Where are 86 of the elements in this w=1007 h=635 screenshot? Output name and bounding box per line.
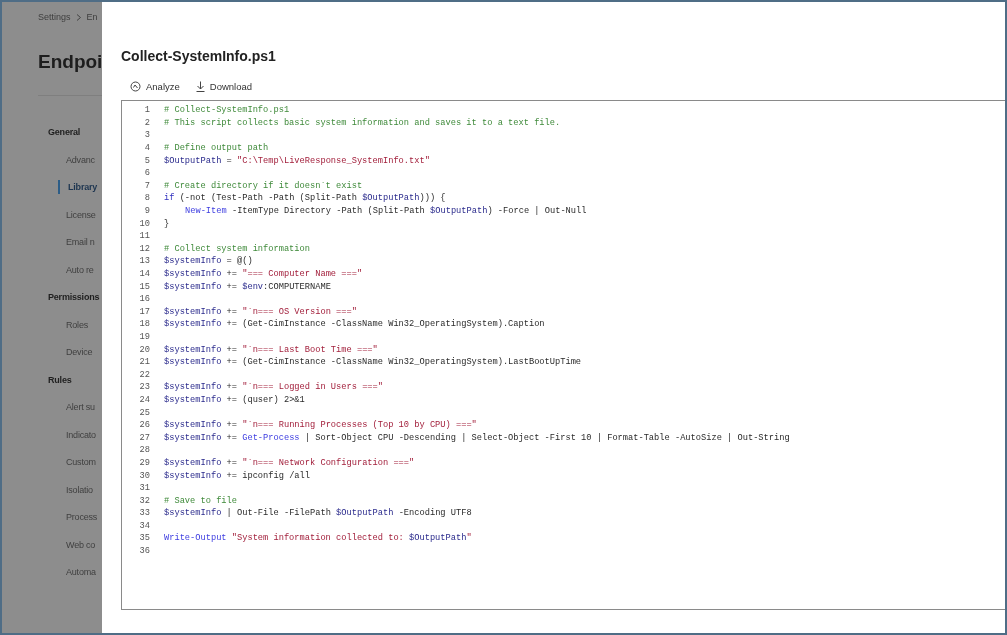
breadcrumb-link[interactable]: Settings <box>38 12 71 22</box>
line-number: 8 <box>143 193 150 204</box>
line-number: 26 <box>138 420 150 431</box>
line-number: 27 <box>138 432 150 443</box>
code-line: # Collect-SystemInfo.ps1 <box>164 105 290 116</box>
code-line: $systemInfo += "`n=== OS Version ===" <box>164 306 357 317</box>
line-number: 22 <box>138 369 150 380</box>
line-number: 35 <box>138 533 150 544</box>
code-line: $OutputPath = "C:\Temp\LiveResponse_SystemInfo.txt" <box>164 155 430 166</box>
line-number: 6 <box>143 168 150 179</box>
line-number: 16 <box>138 294 150 305</box>
code-line: } <box>164 218 170 229</box>
code-line: $systemInfo += "`n=== Logged in Users ===" <box>164 382 383 393</box>
line-number: 31 <box>138 483 150 494</box>
line-number: 12 <box>138 243 150 254</box>
download-icon <box>195 81 205 92</box>
line-number: 18 <box>138 319 150 330</box>
nav-item[interactable]: Alert su <box>38 400 102 428</box>
code-line: $systemInfo += "`n=== Last Boot Time ===" <box>164 344 378 355</box>
analyze-button[interactable]: Analyze <box>128 79 182 94</box>
line-number: 36 <box>138 546 150 557</box>
line-number: 19 <box>138 332 150 342</box>
line-number: 20 <box>138 344 150 355</box>
line-number: 17 <box>138 306 150 317</box>
code-line: $systemInfo += "=== Computer Name ===" <box>164 269 363 279</box>
nav-item[interactable]: Advanc <box>38 152 102 180</box>
nav-section-heading: General <box>48 126 82 139</box>
nav-item[interactable]: Indicato <box>38 427 102 455</box>
line-number: 23 <box>138 382 150 393</box>
line-number: 15 <box>138 281 150 292</box>
line-number: 2 <box>143 117 150 128</box>
nav-item[interactable]: Automa <box>38 565 102 593</box>
code-line: # Define output path <box>164 143 269 154</box>
code-line: $systemInfo | Out-File -FilePath $OutputPath -Encoding UTF8 <box>164 508 472 519</box>
code-line: # Create directory if it doesn`t exist <box>164 180 363 191</box>
nav-item[interactable]: Device <box>38 345 102 373</box>
code-line: $systemInfo += (Get-CimInstance -ClassName Win32_OperatingSystem).Caption <box>164 319 545 330</box>
panel-title: Collect-SystemInfo.ps1 <box>121 48 277 64</box>
line-number: 1 <box>143 105 150 116</box>
line-number: 32 <box>138 495 150 506</box>
line-number: 9 <box>143 206 150 217</box>
line-number: 28 <box>138 445 150 456</box>
code-line: $systemInfo += Get-Process | Sort-Object CPU -Descending | Select-Object -First 10 | Format-Table -AutoSize | Out-String <box>164 432 790 443</box>
line-number: 13 <box>138 256 150 267</box>
breadcrumb-link[interactable]: En <box>86 12 98 22</box>
page-title: Endpoi <box>38 51 102 73</box>
nav-item[interactable]: Library <box>58 180 102 194</box>
analyze-icon <box>130 81 141 92</box>
nav-item[interactable]: Roles <box>38 317 102 345</box>
nav-item[interactable]: Auto re <box>38 262 102 290</box>
code-line: # Collect system information <box>164 243 310 254</box>
code-line: $systemInfo += "`n=== Running Processes (Top 10 by CPU) ===" <box>164 420 477 431</box>
nav-item[interactable]: Web co <box>38 537 102 565</box>
nav-section-heading: Rules <box>48 373 73 387</box>
code-line: # Save to file <box>164 495 237 506</box>
line-number: 29 <box>138 457 150 468</box>
code-line: $systemInfo += $env:COMPUTERNAME <box>164 281 331 292</box>
nav-item[interactable]: Process <box>38 510 102 538</box>
line-number: 10 <box>138 218 150 229</box>
chevron-icon <box>75 13 82 21</box>
code-line: New-Item -ItemType Directory -Path (Split-Path $OutputPath) -Force | Out-Null <box>184 206 587 217</box>
nav-item[interactable]: Isolatio <box>38 482 102 510</box>
line-number: 24 <box>138 394 150 405</box>
line-number: 5 <box>143 155 150 166</box>
line-number: 34 <box>138 520 150 531</box>
line-number: 14 <box>138 269 150 279</box>
code-line: Write-Output "System information collected to: $OutputPath" <box>164 533 472 544</box>
nav-section-heading: Permissions <box>48 291 101 304</box>
line-number: 4 <box>143 143 150 154</box>
nav-item[interactable]: Custom <box>38 455 102 483</box>
line-number: 25 <box>138 407 150 418</box>
line-number: 21 <box>138 357 150 368</box>
line-number: 3 <box>143 130 150 141</box>
code-line: $systemInfo += "`n=== Network Configuration ===" <box>164 457 415 468</box>
download-button[interactable]: Download <box>193 79 255 94</box>
code-line: $systemInfo += (Get-CimInstance -ClassName Win32_OperatingSystem).LastBootUpTime <box>164 357 582 368</box>
code-line: # This script collects basic system information and saves it to a text file. <box>164 117 561 128</box>
line-number: 7 <box>143 180 150 191</box>
code-line: $systemInfo = @() <box>164 256 253 267</box>
code-line: $systemInfo += ipconfig /all <box>164 470 310 481</box>
line-number: 33 <box>138 508 150 519</box>
nav-item[interactable]: License <box>38 207 102 235</box>
line-number: 30 <box>138 470 150 481</box>
line-number: 11 <box>138 231 150 242</box>
code-line: $systemInfo += (quser) 2>&1 <box>164 394 305 405</box>
code-line: if (-not (Test-Path -Path (Split-Path $OutputPath))) { <box>164 193 446 204</box>
